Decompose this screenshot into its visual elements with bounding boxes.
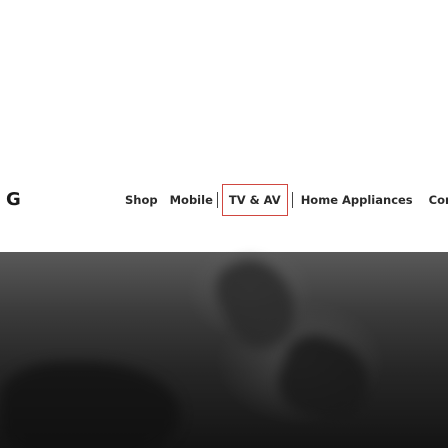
hero-shadow-shape <box>0 362 180 448</box>
nav-item-computing[interactable]: Computir <box>429 187 448 213</box>
hero-shadow-shape <box>269 327 381 433</box>
brand-logo[interactable]: G <box>6 189 21 211</box>
nav-item-shop[interactable]: Shop <box>125 187 158 213</box>
nav-item-home-appliances[interactable]: Home Appliances <box>297 187 417 213</box>
nav-item-tv-av[interactable]: TV & AV <box>221 184 288 216</box>
hero-shadow-shape <box>206 247 308 359</box>
nav-divider <box>216 192 218 208</box>
site-header: G Shop Mobile TV & AV Home Appliances Co… <box>0 184 448 216</box>
nav-item-mobile[interactable]: Mobile <box>170 187 213 213</box>
nav-divider <box>291 192 293 208</box>
main-nav: Shop Mobile TV & AV Home Appliances Comp… <box>125 184 448 216</box>
page: G Shop Mobile TV & AV Home Appliances Co… <box>0 0 448 448</box>
hero-banner-image[interactable] <box>0 247 448 448</box>
